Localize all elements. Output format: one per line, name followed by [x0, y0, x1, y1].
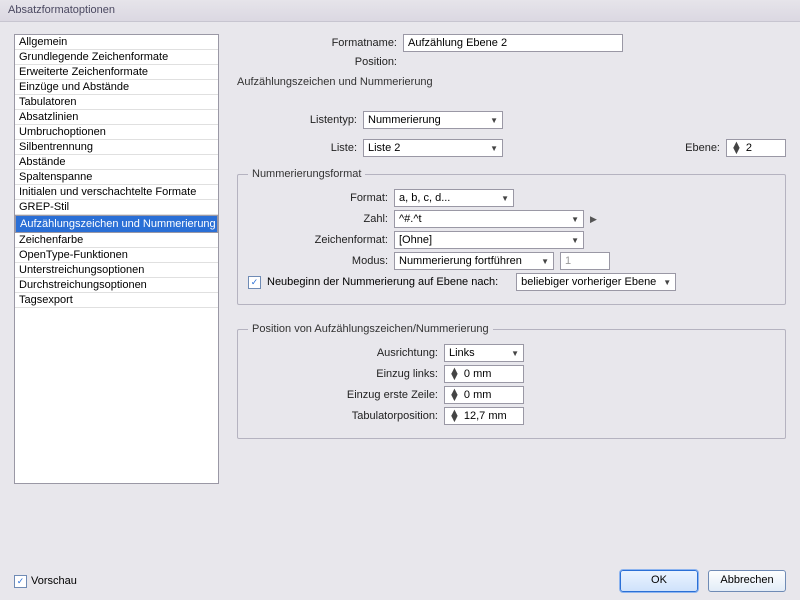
einzug-links-label: Einzug links:	[248, 368, 438, 380]
sidebar-item[interactable]: Allgemein	[15, 35, 218, 50]
position-legend: Position von Aufzählungszeichen/Nummerie…	[248, 323, 493, 335]
sidebar-item[interactable]: Initialen und verschachtelte Formate	[15, 185, 218, 200]
sidebar-item[interactable]: Abstände	[15, 155, 218, 170]
liste-label: Liste:	[237, 142, 357, 154]
einzug-erste-stepper[interactable]: ▲▼ 0 mm	[444, 386, 524, 404]
sidebar-item[interactable]: Umbruchoptionen	[15, 125, 218, 140]
restart-level-select[interactable]: beliebiger vorheriger Ebene▼	[516, 273, 676, 291]
chevron-down-icon: ▼	[511, 349, 519, 358]
nummerierungsformat-legend: Nummerierungsformat	[248, 168, 365, 180]
sidebar-item[interactable]: Einzüge und Abstände	[15, 80, 218, 95]
tabpos-stepper[interactable]: ▲▼ 12,7 mm	[444, 407, 524, 425]
chevron-down-icon: ▼	[571, 236, 579, 245]
window-title: Absatzformatoptionen	[8, 4, 115, 16]
einzug-links-stepper[interactable]: ▲▼ 0 mm	[444, 365, 524, 383]
sidebar-item[interactable]: Absatzlinien	[15, 110, 218, 125]
formatname-input[interactable]	[403, 34, 623, 52]
einzug-erste-label: Einzug erste Zeile:	[248, 389, 438, 401]
zeichenformat-label: Zeichenformat:	[248, 234, 388, 246]
tabpos-label: Tabulatorposition:	[248, 410, 438, 422]
sidebar-item[interactable]: Tabulatoren	[15, 95, 218, 110]
chevron-down-icon: ▼	[490, 116, 498, 125]
ebene-label: Ebene:	[685, 142, 720, 154]
sidebar-item[interactable]: Erweiterte Zeichenformate	[15, 65, 218, 80]
modus-number-input	[560, 252, 610, 270]
zahl-input[interactable]: ^#.^t▼	[394, 210, 584, 228]
cancel-button[interactable]: Abbrechen	[708, 570, 786, 592]
position-label: Position:	[307, 56, 397, 68]
chevron-down-icon: ▼	[663, 278, 671, 287]
sidebar-item[interactable]: Grundlegende Zeichenformate	[15, 50, 218, 65]
chevron-down-icon: ▼	[501, 194, 509, 203]
format-label: Format:	[248, 192, 388, 204]
restart-checkbox[interactable]: ✓	[248, 276, 261, 289]
listentyp-label: Listentyp:	[237, 114, 357, 126]
liste-select[interactable]: Liste 2▼	[363, 139, 503, 157]
vorschau-label: Vorschau	[31, 575, 77, 587]
stepper-arrows-icon: ▲▼	[449, 368, 460, 380]
sidebar-item[interactable]: Unterstreichungsoptionen	[15, 263, 218, 278]
sidebar-item[interactable]: Silbentrennung	[15, 140, 218, 155]
stepper-arrows-icon: ▲▼	[449, 410, 460, 422]
chevron-down-icon: ▼	[490, 144, 498, 153]
chevron-down-icon: ▼	[571, 215, 579, 224]
ok-button[interactable]: OK	[620, 570, 698, 592]
sidebar-item[interactable]: Tagsexport	[15, 293, 218, 308]
listentyp-select[interactable]: Nummerierung▼	[363, 111, 503, 129]
stepper-arrows-icon: ▲▼	[731, 142, 742, 154]
sidebar-item[interactable]: Durchstreichungsoptionen	[15, 278, 218, 293]
sidebar-item[interactable]: Aufzählungszeichen und Nummerierung	[15, 215, 218, 233]
vorschau-checkbox[interactable]: ✓	[14, 575, 27, 588]
format-select[interactable]: a, b, c, d...▼	[394, 189, 514, 207]
chevron-down-icon: ▼	[541, 257, 549, 266]
zahl-label: Zahl:	[248, 213, 388, 225]
restart-label: Neubeginn der Nummerierung auf Ebene nac…	[267, 276, 498, 288]
window-titlebar: Absatzformatoptionen	[0, 0, 800, 22]
ausrichtung-label: Ausrichtung:	[248, 347, 438, 359]
sidebar-item[interactable]: Zeichenfarbe	[15, 233, 218, 248]
sidebar-item[interactable]: Spaltenspanne	[15, 170, 218, 185]
modus-label: Modus:	[248, 255, 388, 267]
formatname-label: Formatname:	[307, 37, 397, 49]
position-group: Position von Aufzählungszeichen/Nummerie…	[237, 323, 786, 439]
sidebar-item[interactable]: GREP-Stil	[15, 200, 218, 215]
category-sidebar[interactable]: AllgemeinGrundlegende ZeichenformateErwe…	[14, 34, 219, 484]
zeichenformat-select[interactable]: [Ohne]▼	[394, 231, 584, 249]
stepper-arrows-icon: ▲▼	[449, 389, 460, 401]
ausrichtung-select[interactable]: Links▼	[444, 344, 524, 362]
flyout-icon[interactable]: ▶	[590, 214, 597, 225]
section-title: Aufzählungszeichen und Nummerierung	[237, 76, 786, 88]
nummerierungsformat-group: Nummerierungsformat Format: a, b, c, d..…	[237, 168, 786, 305]
modus-select[interactable]: Nummerierung fortführen▼	[394, 252, 554, 270]
sidebar-item[interactable]: OpenType-Funktionen	[15, 248, 218, 263]
ebene-stepper[interactable]: ▲▼ 2	[726, 139, 786, 157]
